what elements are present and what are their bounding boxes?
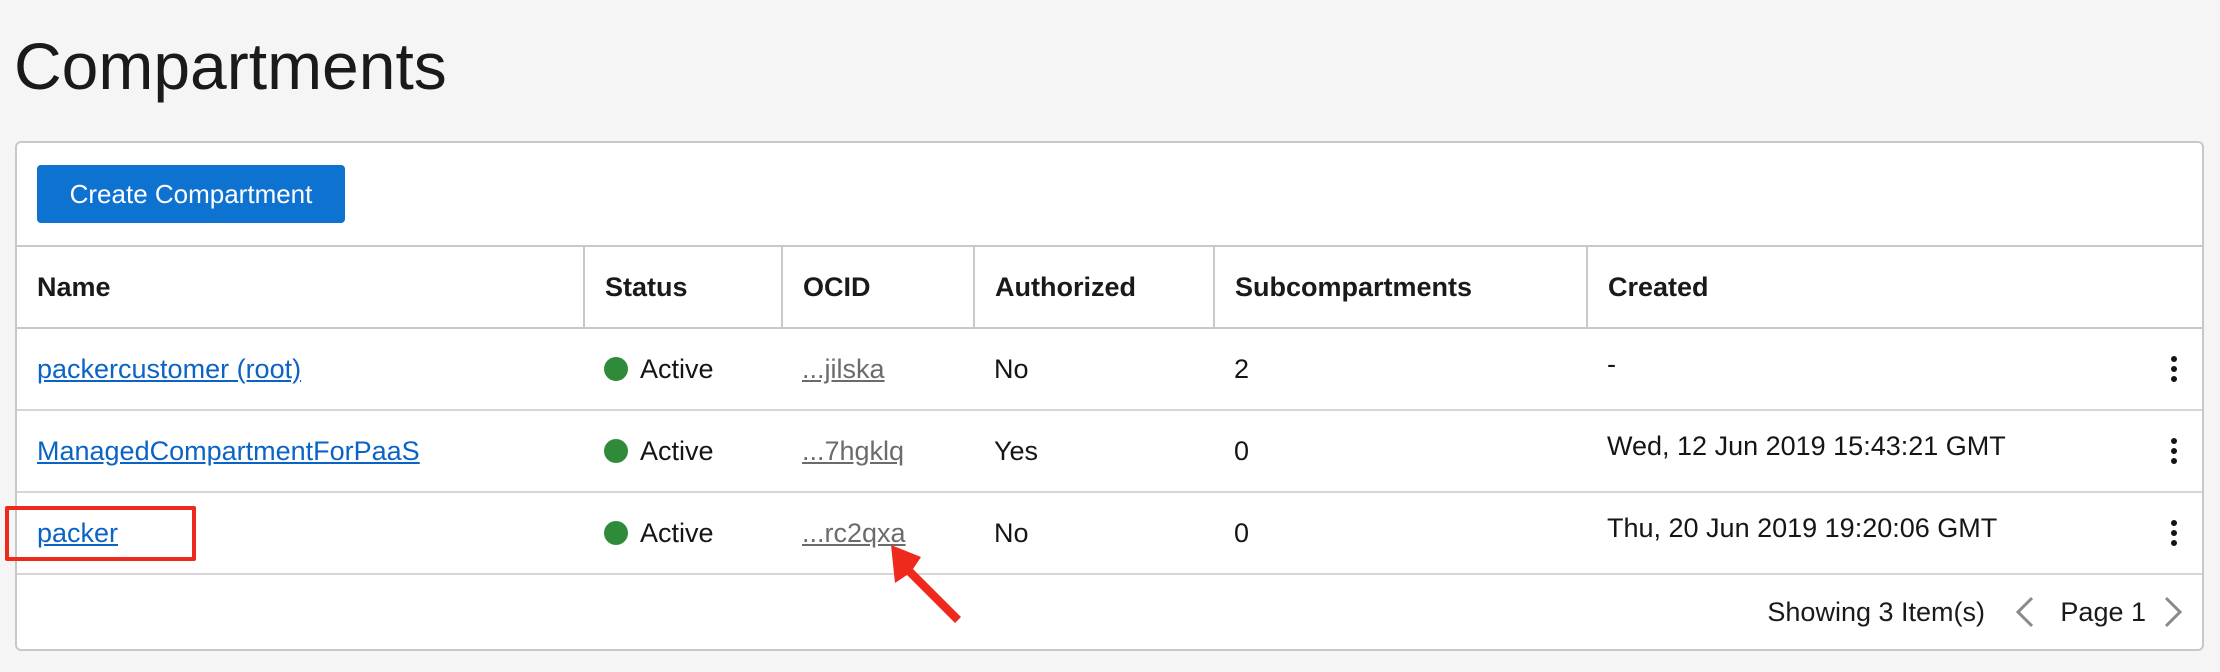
compartment-name-link[interactable]: ManagedCompartmentForPaaS bbox=[37, 436, 420, 466]
column-header-subcompartments[interactable]: Subcompartments bbox=[1214, 245, 1588, 329]
ocid-link[interactable]: ...rc2qxa bbox=[802, 518, 906, 548]
compartment-name-link[interactable]: packer bbox=[37, 518, 118, 548]
created-text: Wed, 12 Jun 2019 15:43:21 GMT bbox=[1607, 431, 2006, 461]
column-header-created[interactable]: Created bbox=[1587, 245, 2202, 329]
status-text: Active bbox=[640, 517, 714, 548]
page-indicator: Page 1 bbox=[2060, 597, 2146, 627]
kebab-menu-icon[interactable] bbox=[2164, 513, 2184, 553]
column-header-status[interactable]: Status bbox=[584, 245, 783, 329]
authorized-cell: No bbox=[974, 328, 1214, 411]
chevron-left-icon[interactable] bbox=[2010, 595, 2040, 629]
authorized-cell: Yes bbox=[974, 410, 1214, 493]
column-header-authorized[interactable]: Authorized bbox=[974, 245, 1215, 329]
name-cell: packercustomer (root) bbox=[17, 328, 584, 411]
status-cell: Active bbox=[584, 492, 782, 575]
status-dot-icon bbox=[604, 356, 628, 381]
table-footer: Showing 3 Item(s) Page 1 bbox=[17, 575, 2202, 649]
created-cell: Thu, 20 Jun 2019 19:20:06 GMT bbox=[1587, 492, 2202, 575]
created-cell: Wed, 12 Jun 2019 15:43:21 GMT bbox=[1587, 410, 2202, 493]
status-cell: Active bbox=[584, 328, 782, 411]
page-title: Compartments bbox=[14, 29, 447, 103]
created-text: - bbox=[1607, 349, 1616, 379]
ocid-cell: ...7hgklq bbox=[782, 410, 974, 493]
compartments-panel: Create Compartment Name Status OCID Auth… bbox=[15, 141, 2204, 651]
column-header-name[interactable]: Name bbox=[17, 245, 585, 329]
column-header-ocid[interactable]: OCID bbox=[782, 245, 975, 329]
kebab-menu-icon[interactable] bbox=[2164, 349, 2184, 389]
compartments-table: Name Status OCID Authorized Subcompartme… bbox=[17, 245, 2202, 575]
name-cell: packer bbox=[17, 492, 584, 575]
ocid-cell: ...rc2qxa bbox=[782, 492, 974, 575]
name-cell: ManagedCompartmentForPaaS bbox=[17, 410, 584, 493]
table-row: packer Active ...rc2qxa No 0 Thu, 20 Jun… bbox=[17, 492, 2202, 575]
status-dot-icon bbox=[604, 520, 628, 545]
status-text: Active bbox=[640, 353, 714, 384]
created-text: Thu, 20 Jun 2019 19:20:06 GMT bbox=[1607, 513, 1998, 543]
kebab-menu-icon[interactable] bbox=[2164, 431, 2184, 471]
ocid-link[interactable]: ...jilska bbox=[802, 354, 885, 384]
table-row: ManagedCompartmentForPaaS Active ...7hgk… bbox=[17, 410, 2202, 493]
created-cell: - bbox=[1587, 328, 2202, 411]
compartment-name-link[interactable]: packercustomer (root) bbox=[37, 354, 301, 384]
subcompartments-cell: 2 bbox=[1214, 328, 1587, 411]
table-header-row: Name Status OCID Authorized Subcompartme… bbox=[17, 245, 2202, 329]
table-row: packercustomer (root) Active ...jilska N… bbox=[17, 328, 2202, 411]
ocid-link[interactable]: ...7hgklq bbox=[802, 436, 904, 466]
status-cell: Active bbox=[584, 410, 782, 493]
status-dot-icon bbox=[604, 438, 628, 463]
subcompartments-cell: 0 bbox=[1214, 492, 1587, 575]
create-compartment-button[interactable]: Create Compartment bbox=[37, 165, 345, 223]
item-count: Showing 3 Item(s) bbox=[1767, 597, 1985, 627]
authorized-cell: No bbox=[974, 492, 1214, 575]
status-text: Active bbox=[640, 435, 714, 466]
ocid-cell: ...jilska bbox=[782, 328, 974, 411]
subcompartments-cell: 0 bbox=[1214, 410, 1587, 493]
chevron-right-icon[interactable] bbox=[2158, 595, 2188, 629]
